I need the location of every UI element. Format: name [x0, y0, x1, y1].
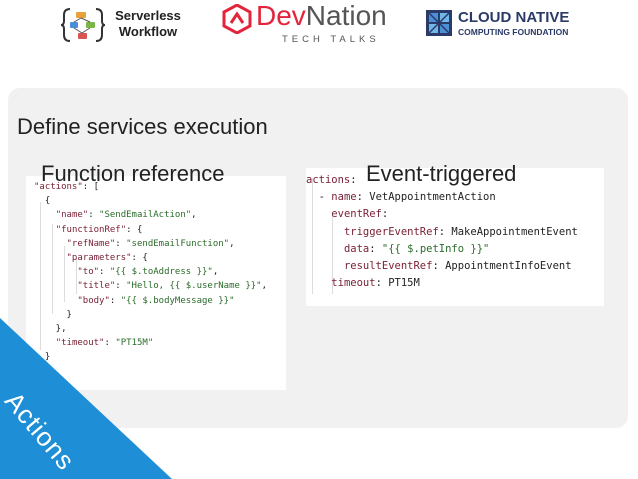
code-line: }, [34, 324, 67, 334]
serverless-workflow-logo: Serverless Workflow [60, 6, 186, 44]
code-line: eventRef: [331, 208, 389, 221]
devnation-dev: Dev [256, 0, 306, 31]
cncf-line2: COMPUTING FOUNDATION [458, 27, 569, 37]
code-line: } [34, 352, 51, 363]
cncf-logo: CLOUD NATIVE COMPUTING FOUNDATION [426, 9, 616, 40]
workflow-icon [60, 8, 106, 42]
devnation-nation: Nation [305, 0, 387, 31]
function-reference-label: Function reference [41, 161, 225, 186]
serverless-workflow-text: Serverless Workflow [110, 8, 186, 40]
code-line: "name": "SendEmailAction", [55, 210, 197, 221]
code-line: timeout: PT15M [331, 277, 420, 290]
code-line: "title": "Hello, {{ $.userName }}", [77, 281, 268, 292]
code-line: "body": "{{ $.bodyMessage }}" [77, 295, 235, 306]
yaml-code-block: actions: - name: VetAppointmentAction ev… [306, 168, 604, 306]
devnation-subtitle: TECH TALKS [282, 34, 380, 45]
code-line: "to": "{{ $.toAddress }}", [77, 267, 219, 278]
cncf-icon [426, 10, 452, 36]
event-triggered-label: Event-triggered [366, 161, 517, 186]
workflow-line: Workflow [118, 24, 178, 39]
code-line: data: "{{ $.petInfo }}" [343, 242, 490, 255]
code-line: - name: VetAppointmentAction [306, 191, 496, 204]
code-line: } [34, 309, 72, 320]
code-line: ] [34, 366, 40, 377]
code-line: "refName": "sendEmailFunction", [66, 238, 235, 249]
code-line: "timeout": "PT15M" [55, 338, 154, 349]
code-line: "parameters": { [66, 253, 148, 263]
cncf-line1: CLOUD NATIVE [458, 9, 570, 26]
devnation-logo: DevNation TECH TALKS [222, 0, 392, 46]
code-line: triggerEventRef: MakeAppointmentEvent [343, 225, 578, 238]
code-line: "functionRef": { [55, 224, 143, 235]
yaml-code-lines: actions: - name: VetAppointmentAction ev… [306, 168, 604, 306]
devnation-wordmark: DevNation [256, 0, 387, 32]
code-line: actions: [306, 174, 357, 186]
json-code-lines: "actions": [ { "name": "SendEmailAction"… [26, 176, 286, 390]
code-line: { [34, 196, 51, 207]
json-code-block: "actions": [ { "name": "SendEmailAction"… [26, 176, 286, 390]
slide-title: Define services execution [17, 114, 268, 139]
serverless-line: Serverless [115, 8, 181, 23]
code-line: resultEventRef: AppointmentInfoEvent [343, 260, 572, 272]
devnation-hexagon-icon [222, 4, 252, 34]
